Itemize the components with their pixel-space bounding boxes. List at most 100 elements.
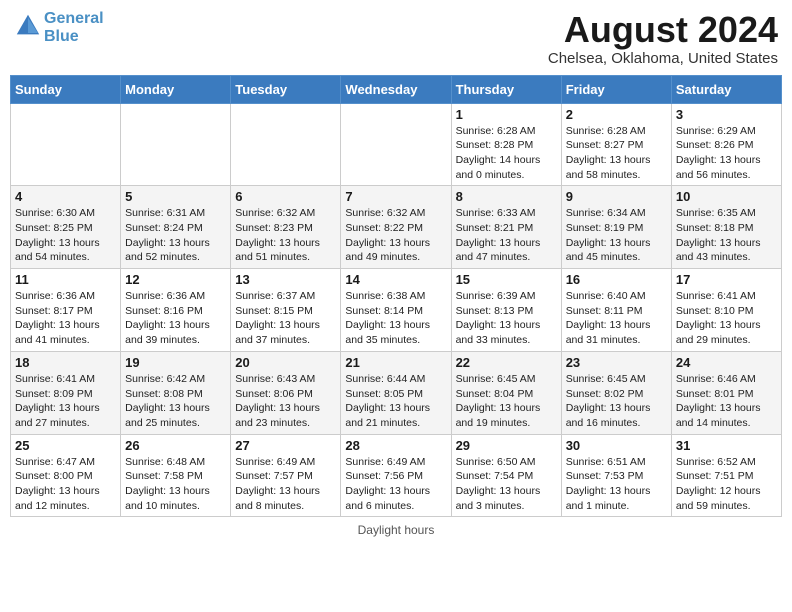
day-number: 4 [15, 189, 116, 204]
day-info: Sunrise: 6:42 AM Sunset: 8:08 PM Dayligh… [125, 372, 226, 431]
day-info: Sunrise: 6:46 AM Sunset: 8:01 PM Dayligh… [676, 372, 777, 431]
day-info: Sunrise: 6:49 AM Sunset: 7:57 PM Dayligh… [235, 455, 336, 514]
day-info: Sunrise: 6:35 AM Sunset: 8:18 PM Dayligh… [676, 206, 777, 265]
calendar-cell: 25 Sunrise: 6:47 AM Sunset: 8:00 PM Dayli… [11, 434, 121, 517]
calendar-cell [341, 103, 451, 186]
day-number: 30 [566, 438, 667, 453]
day-number: 12 [125, 272, 226, 287]
weekday-header: Saturday [671, 75, 781, 103]
day-info: Sunrise: 6:41 AM Sunset: 8:10 PM Dayligh… [676, 289, 777, 348]
day-number: 16 [566, 272, 667, 287]
weekday-header: Friday [561, 75, 671, 103]
day-info: Sunrise: 6:31 AM Sunset: 8:24 PM Dayligh… [125, 206, 226, 265]
day-info: Sunrise: 6:32 AM Sunset: 8:23 PM Dayligh… [235, 206, 336, 265]
calendar-cell [231, 103, 341, 186]
day-info: Sunrise: 6:45 AM Sunset: 8:02 PM Dayligh… [566, 372, 667, 431]
day-number: 2 [566, 107, 667, 122]
calendar-cell: 26Sunrise: 6:48 AM Sunset: 7:58 PM Dayli… [121, 434, 231, 517]
logo: General Blue [14, 10, 104, 45]
calendar-cell: 21Sunrise: 6:44 AM Sunset: 8:05 PM Dayli… [341, 351, 451, 434]
day-info: Sunrise: 6:34 AM Sunset: 8:19 PM Dayligh… [566, 206, 667, 265]
day-number: 14 [345, 272, 446, 287]
day-number: 10 [676, 189, 777, 204]
day-info: Sunrise: 6:47 AM Sunset: 8:00 PM Dayligh… [15, 455, 116, 514]
day-number: 25 [15, 438, 116, 453]
day-info: Sunrise: 6:40 AM Sunset: 8:11 PM Dayligh… [566, 289, 667, 348]
day-number: 9 [566, 189, 667, 204]
day-number: 7 [345, 189, 446, 204]
day-info: Sunrise: 6:39 AM Sunset: 8:13 PM Dayligh… [456, 289, 557, 348]
day-info: Sunrise: 6:36 AM Sunset: 8:16 PM Dayligh… [125, 289, 226, 348]
day-info: Sunrise: 6:28 AM Sunset: 8:27 PM Dayligh… [566, 124, 667, 183]
logo-icon [14, 12, 42, 40]
calendar-cell: 31Sunrise: 6:52 AM Sunset: 7:51 PM Dayli… [671, 434, 781, 517]
day-number: 20 [235, 355, 336, 370]
calendar-cell: 6 Sunrise: 6:32 AM Sunset: 8:23 PM Daylig… [231, 186, 341, 269]
calendar-cell: 13Sunrise: 6:37 AM Sunset: 8:15 PM Dayli… [231, 269, 341, 352]
calendar-week-row: 4Sunrise: 6:30 AM Sunset: 8:25 PM Daylig… [11, 186, 782, 269]
day-number: 17 [676, 272, 777, 287]
day-number: 28 [345, 438, 446, 453]
day-number: 24 [676, 355, 777, 370]
daylight-hours-label: Daylight hours [358, 523, 435, 537]
logo-line1: General [44, 10, 104, 27]
calendar-cell: 18 Sunrise: 6:41 AM Sunset: 8:09 PM Dayli… [11, 351, 121, 434]
day-number: 27 [235, 438, 336, 453]
calendar-cell [121, 103, 231, 186]
day-info: Sunrise: 6:50 AM Sunset: 7:54 PM Dayligh… [456, 455, 557, 514]
calendar-cell: 23 Sunrise: 6:45 AM Sunset: 8:02 PM Dayli… [561, 351, 671, 434]
calendar-cell: 20Sunrise: 6:43 AM Sunset: 8:06 PM Dayli… [231, 351, 341, 434]
calendar-week-row: 1Sunrise: 6:28 AM Sunset: 8:28 PM Daylig… [11, 103, 782, 186]
calendar-table: SundayMondayTuesdayWednesdayThursdayFrid… [10, 75, 782, 518]
logo-line2: Blue [44, 28, 79, 45]
calendar-week-row: 18 Sunrise: 6:41 AM Sunset: 8:09 PM Dayli… [11, 351, 782, 434]
day-number: 29 [456, 438, 557, 453]
day-info: Sunrise: 6:32 AM Sunset: 8:22 PM Dayligh… [345, 206, 446, 265]
calendar-cell: 14 Sunrise: 6:38 AM Sunset: 8:14 PM Dayli… [341, 269, 451, 352]
day-number: 5 [125, 189, 226, 204]
day-number: 19 [125, 355, 226, 370]
day-info: Sunrise: 6:49 AM Sunset: 7:56 PM Dayligh… [345, 455, 446, 514]
day-number: 6 [235, 189, 336, 204]
calendar-cell: 1Sunrise: 6:28 AM Sunset: 8:28 PM Daylig… [451, 103, 561, 186]
day-info: Sunrise: 6:41 AM Sunset: 8:09 PM Dayligh… [15, 372, 116, 431]
day-number: 23 [566, 355, 667, 370]
weekday-header-row: SundayMondayTuesdayWednesdayThursdayFrid… [11, 75, 782, 103]
calendar-cell: 24 Sunrise: 6:46 AM Sunset: 8:01 PM Dayli… [671, 351, 781, 434]
weekday-header: Thursday [451, 75, 561, 103]
calendar-cell: 4Sunrise: 6:30 AM Sunset: 8:25 PM Daylig… [11, 186, 121, 269]
calendar-cell: 30 Sunrise: 6:51 AM Sunset: 7:53 PM Dayli… [561, 434, 671, 517]
day-info: Sunrise: 6:38 AM Sunset: 8:14 PM Dayligh… [345, 289, 446, 348]
day-info: Sunrise: 6:51 AM Sunset: 7:53 PM Dayligh… [566, 455, 667, 514]
main-title: August 2024 [548, 10, 778, 50]
calendar-cell: 2 Sunrise: 6:28 AM Sunset: 8:27 PM Daylig… [561, 103, 671, 186]
calendar-cell: 15 Sunrise: 6:39 AM Sunset: 8:13 PM Dayli… [451, 269, 561, 352]
day-number: 22 [456, 355, 557, 370]
page-header: General Blue August 2024 Chelsea, Oklaho… [10, 10, 782, 67]
day-info: Sunrise: 6:45 AM Sunset: 8:04 PM Dayligh… [456, 372, 557, 431]
weekday-header: Monday [121, 75, 231, 103]
day-number: 1 [456, 107, 557, 122]
calendar-cell: 5 Sunrise: 6:31 AM Sunset: 8:24 PM Daylig… [121, 186, 231, 269]
calendar-cell: 29 Sunrise: 6:50 AM Sunset: 7:54 PM Dayli… [451, 434, 561, 517]
calendar-cell: 9 Sunrise: 6:34 AM Sunset: 8:19 PM Daylig… [561, 186, 671, 269]
calendar-cell: 3Sunrise: 6:29 AM Sunset: 8:26 PM Daylig… [671, 103, 781, 186]
day-number: 31 [676, 438, 777, 453]
weekday-header: Tuesday [231, 75, 341, 103]
location-subtitle: Chelsea, Oklahoma, United States [548, 50, 778, 67]
calendar-week-row: 25 Sunrise: 6:47 AM Sunset: 8:00 PM Dayli… [11, 434, 782, 517]
logo-text: General Blue [44, 10, 104, 45]
calendar-cell: 17 Sunrise: 6:41 AM Sunset: 8:10 PM Dayli… [671, 269, 781, 352]
day-number: 21 [345, 355, 446, 370]
footer-note: Daylight hours [10, 523, 782, 537]
day-info: Sunrise: 6:33 AM Sunset: 8:21 PM Dayligh… [456, 206, 557, 265]
calendar-cell: 11Sunrise: 6:36 AM Sunset: 8:17 PM Dayli… [11, 269, 121, 352]
day-number: 18 [15, 355, 116, 370]
day-number: 13 [235, 272, 336, 287]
calendar-cell: 22 Sunrise: 6:45 AM Sunset: 8:04 PM Dayli… [451, 351, 561, 434]
day-info: Sunrise: 6:36 AM Sunset: 8:17 PM Dayligh… [15, 289, 116, 348]
day-info: Sunrise: 6:48 AM Sunset: 7:58 PM Dayligh… [125, 455, 226, 514]
calendar-cell: 27 Sunrise: 6:49 AM Sunset: 7:57 PM Dayli… [231, 434, 341, 517]
day-number: 15 [456, 272, 557, 287]
calendar-cell: 10 Sunrise: 6:35 AM Sunset: 8:18 PM Dayli… [671, 186, 781, 269]
